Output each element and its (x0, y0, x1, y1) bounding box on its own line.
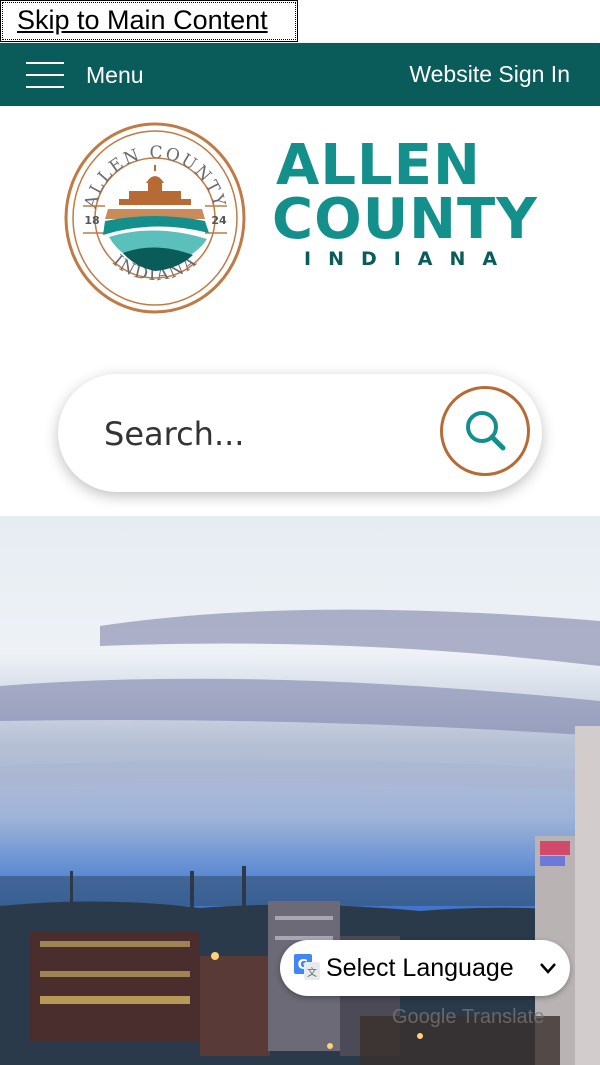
county-seal-logo[interactable]: ALLEN COUNTY INDIANA 18 24 (63, 121, 247, 320)
language-select[interactable]: G 文 Select Language (280, 940, 570, 996)
skip-to-main-link[interactable]: Skip to Main Content (17, 5, 268, 36)
hamburger-icon (26, 62, 64, 88)
menu-label: Menu (86, 61, 144, 88)
svg-text:24: 24 (211, 214, 227, 227)
search-input[interactable] (102, 408, 426, 460)
header-logo-area: ALLEN COUNTY INDIANA 18 24 ALLEN COUNTY … (0, 106, 600, 516)
language-select-label: Select Language (326, 954, 514, 982)
top-navigation-bar: Menu Website Sign In (0, 43, 600, 106)
powered-by-google-translate[interactable]: Google Translate (392, 1006, 544, 1029)
website-sign-in-link[interactable]: Website Sign In (409, 61, 570, 88)
google-translate-icon: G 文 (294, 954, 320, 980)
svg-text:文: 文 (307, 966, 317, 979)
svg-text:18: 18 (84, 214, 99, 227)
wordmark-line-2: COUNTY (272, 187, 538, 252)
skip-link-box: Skip to Main Content (0, 0, 298, 42)
wordmark-line-1: ALLEN (276, 133, 481, 198)
menu-button[interactable]: Menu (26, 57, 144, 93)
search-bar (58, 374, 542, 492)
wordmark-line-3: INDIANA (304, 248, 515, 270)
search-icon (466, 411, 506, 451)
chevron-down-icon (540, 963, 556, 974)
search-button[interactable] (440, 386, 530, 476)
